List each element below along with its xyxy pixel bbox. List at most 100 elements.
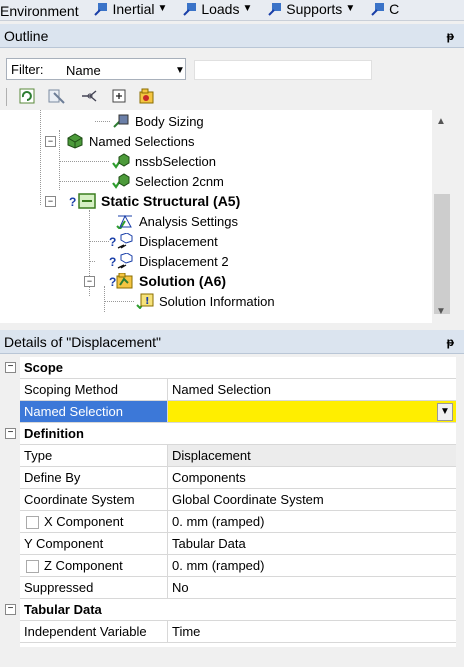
filter-search-input[interactable] [194,60,372,80]
toolbar-menubar: Environment Inertial ▼ Loads ▼ Supports ▼ C [0,0,464,21]
tree-item-label: Analysis Settings [139,213,238,229]
tree-toolbar [0,84,464,110]
tree-connector [89,261,95,262]
tree-item-solution[interactable]: Solution (A6) [116,271,226,291]
displacement-icon [116,232,134,249]
named-selection-icon [112,153,130,169]
group-row-scope[interactable]: − Scope [0,357,464,379]
property-row-scoping-method[interactable]: Scoping Method Named Selection [0,379,464,401]
tree-item-displacement[interactable]: Displacement [116,231,218,251]
tree-connector [59,181,109,182]
collapse-icon[interactable]: − [5,604,16,615]
svg-text:!: ! [145,296,150,307]
pin-icon[interactable]: ᵽ [447,330,454,354]
collapse-icon[interactable]: − [45,136,56,147]
property-value[interactable]: Tabular Data [168,533,456,555]
scrollbar-thumb[interactable] [434,194,450,314]
property-row-y-component[interactable]: Y Component Tabular Data [0,533,464,555]
collapse-icon[interactable]: − [5,428,16,439]
chevron-down-icon: ▼ [345,3,356,14]
tree-item-label: nssbSelection [135,153,216,169]
collapse-icon[interactable]: − [84,276,95,287]
parameter-checkbox[interactable] [26,560,39,574]
property-value[interactable]: 0. mm (ramped) [168,555,456,577]
refresh-icon[interactable] [18,87,36,105]
group-row-definition[interactable]: − Definition [0,423,464,445]
pin-icon[interactable]: ᵽ [447,24,454,48]
tree-item-nssbselection[interactable]: nssbSelection [112,151,216,171]
chevron-down-icon[interactable]: ▼ [437,403,453,421]
details-title: Details of "Displacement" [4,334,162,350]
tree-item-selection-2cnm[interactable]: Selection 2cnm [112,171,224,191]
tree-item-analysis-settings[interactable]: Analysis Settings [116,211,238,231]
property-value: Displacement [168,445,456,467]
property-label: X Component [44,514,124,529]
details-header: Details of "Displacement" ᵽ [0,330,464,354]
question-status-icon: ? [69,195,77,209]
property-row-type[interactable]: Type Displacement [0,445,464,467]
inertial-menu[interactable]: Inertial ▼ [90,0,167,18]
filter-dropdown[interactable]: Filter: Name ▼ [6,58,186,80]
collapse-icon[interactable]: − [5,362,16,373]
tree-connector [104,286,105,312]
scroll-up-icon[interactable]: ▲ [436,116,446,127]
outline-header: Outline ᵽ [0,24,464,48]
tree-item-displacement-2[interactable]: Displacement 2 [116,251,229,271]
outline-title: Outline [4,28,49,44]
property-value[interactable]: No [168,577,456,599]
expand-all-icon[interactable] [110,87,128,105]
parameter-checkbox[interactable] [26,516,39,530]
tree-connector [40,110,41,205]
property-label: Coordinate System [20,489,168,511]
tree-item-body-sizing[interactable]: Body Sizing [112,111,204,131]
tree-item-named-selections[interactable]: Named Selections [66,131,195,151]
group-label: Tabular Data [20,599,456,621]
environment-menu[interactable]: Environment [0,2,79,20]
tree-item-static-structural[interactable]: Static Structural (A5) [78,191,240,211]
property-value[interactable]: Components [168,467,456,489]
loads-icon [182,2,198,16]
environment-label: Environment [0,3,79,19]
loads-label: Loads [201,1,240,17]
property-value[interactable]: Named Selection [168,379,456,401]
tree-item-solution-information[interactable]: ! Solution Information [136,291,275,311]
filter-tree-icon[interactable] [80,87,98,105]
property-value[interactable]: 0. mm (ramped) [168,511,456,533]
tree-connector [104,301,134,302]
tree-connector [59,161,109,162]
property-row-independent-variable[interactable]: Independent Variable Time [0,621,464,643]
inertial-icon [93,2,109,16]
property-row-coordinate-system[interactable]: Coordinate System Global Coordinate Syst… [0,489,464,511]
loads-menu[interactable]: Loads ▼ [179,0,252,18]
property-row-x-component[interactable]: X Component 0. mm (ramped) [0,511,464,533]
group-label: Definition [20,423,456,445]
named-selection-icon [112,173,130,189]
analysis-settings-icon [116,213,134,231]
property-row-define-by[interactable]: Define By Components [0,467,464,489]
scroll-down-icon[interactable]: ▼ [436,306,446,317]
solution-icon [116,272,134,289]
details-table: − Scope Scoping Method Named Selection N… [0,357,464,647]
property-label: Y Component [20,533,168,555]
tree-item-label: Selection 2cnm [135,173,224,189]
property-value[interactable]: Time [168,621,456,643]
tree-view-icon[interactable] [48,87,66,105]
property-row-named-selection[interactable]: Named Selection ▼ [0,401,464,423]
named-selection-dropdown[interactable] [168,401,456,423]
chevron-down-icon: ▼ [175,65,185,76]
tree-item-label: Named Selections [89,133,195,149]
tree-scrollbar[interactable]: ▲ ▼ [432,110,452,323]
collapse-icon[interactable]: − [45,196,56,207]
group-row-tabular-data[interactable]: − Tabular Data [0,599,464,621]
property-value[interactable]: Global Coordinate System [168,489,456,511]
conditions-menu[interactable]: C [367,0,399,18]
supports-label: Supports [286,1,343,17]
outline-tree: Body Sizing − Named Selections nssbSelec… [0,110,432,323]
solution-filter-icon[interactable] [138,87,156,105]
conditions-label: C [389,1,400,17]
displacement-icon [116,252,134,269]
property-row-suppressed[interactable]: Suppressed No [0,577,464,599]
property-row-z-component[interactable]: Z Component 0. mm (ramped) [0,555,464,577]
tree-item-label: Displacement 2 [139,253,229,269]
supports-menu[interactable]: Supports ▼ [264,0,355,18]
